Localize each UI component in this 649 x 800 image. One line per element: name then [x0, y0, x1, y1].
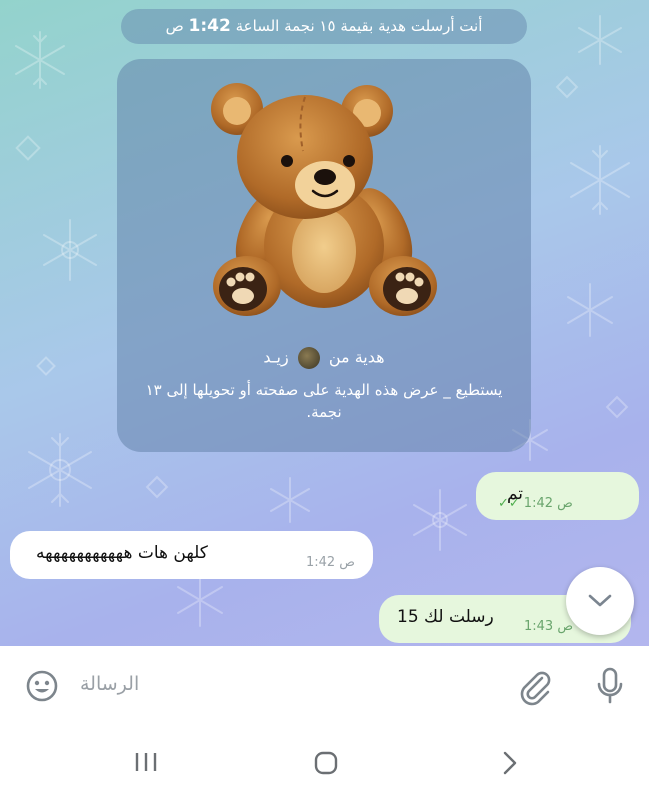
- teddy-bear-icon: [211, 83, 437, 316]
- message-bubble-incoming[interactable]: كلهن هات هههههههههههه 1:42 ص: [10, 531, 373, 579]
- message-input[interactable]: الرسالة: [80, 673, 139, 695]
- service-message-text: أنت أرسلت هدية بقيمة ١٥ نجمة الساعة: [235, 17, 483, 35]
- scroll-down-button[interactable]: [566, 567, 634, 635]
- message-bubble-outgoing[interactable]: تم ✓✓ 1:42 ص: [476, 472, 639, 520]
- gift-card[interactable]: هدية من زيـد يستطيع _ عرض هذه الهدية على…: [117, 59, 531, 452]
- message-input-bar: الرسالة: [0, 646, 649, 726]
- avatar[interactable]: [297, 347, 320, 369]
- paperclip-icon[interactable]: [518, 668, 552, 706]
- message-time: 1:42 ص: [523, 496, 573, 511]
- message-meta: ✓✓ 1:42 ص: [498, 496, 573, 511]
- recent-apps-icon[interactable]: [133, 750, 159, 774]
- double-check-icon: ✓✓: [498, 496, 520, 511]
- gift-description: يستطيع _ عرض هذه الهدية على صفحته أو تحو…: [145, 381, 503, 421]
- service-message-period: ص: [165, 17, 184, 35]
- service-message: أنت أرسلت هدية بقيمة ١٥ نجمة الساعة 1:42…: [121, 9, 527, 44]
- back-icon[interactable]: [500, 750, 520, 776]
- message-time: 1:43 ص: [524, 619, 574, 634]
- gift-from: هدية من زيـد: [117, 347, 531, 369]
- gift-from-label: هدية من: [328, 347, 385, 367]
- message-text: كلهن هات هههههههههههه: [36, 543, 208, 563]
- smile-icon[interactable]: [25, 669, 59, 703]
- chat-background: أنت أرسلت هدية بقيمة ١٥ نجمة الساعة 1:42…: [0, 0, 649, 646]
- microphone-icon[interactable]: [594, 666, 626, 706]
- home-icon[interactable]: [313, 750, 339, 776]
- chevron-down-icon: [588, 594, 612, 607]
- android-navigation-bar: [0, 726, 649, 800]
- message-text: رسلت لك 15: [397, 607, 494, 627]
- message-time: 1:42 ص: [305, 555, 355, 570]
- gift-sender-name[interactable]: زيـد: [263, 348, 288, 367]
- service-message-time: 1:42: [188, 16, 231, 36]
